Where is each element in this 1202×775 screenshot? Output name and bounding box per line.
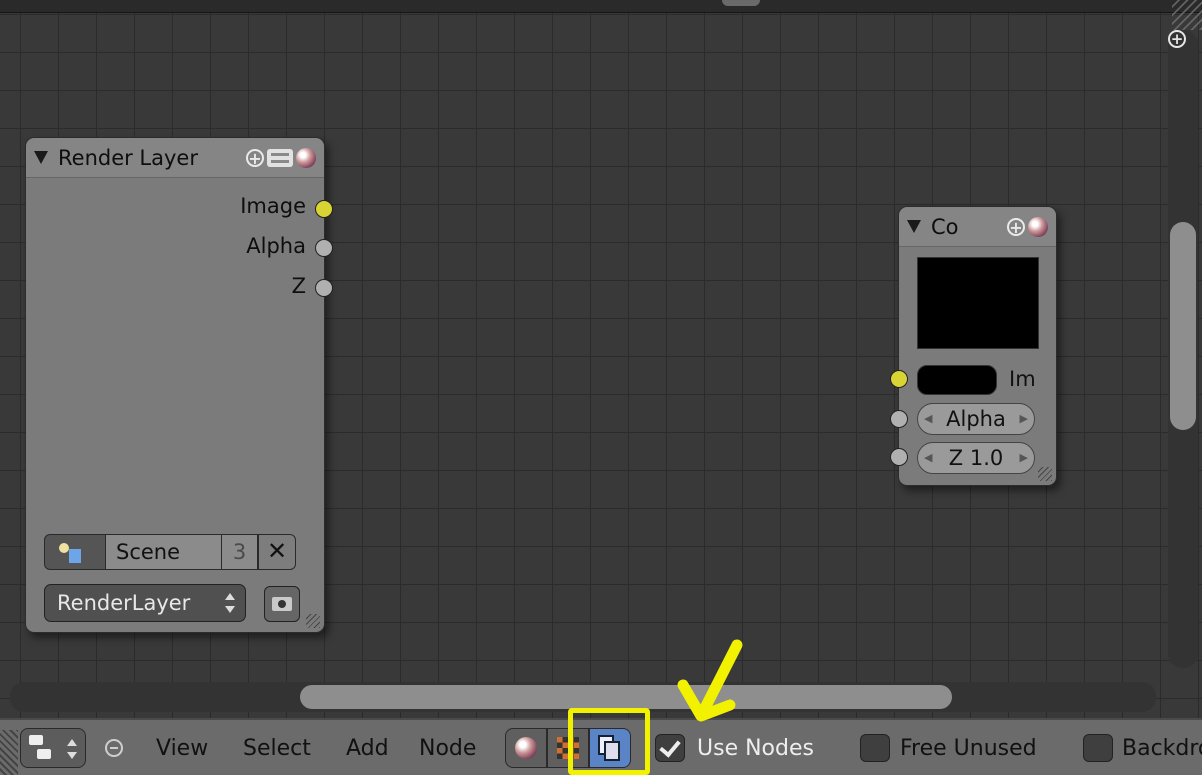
output-label-z: Z: [291, 274, 306, 298]
composite-node[interactable]: Co + Im ◀ Alpha ▶ ◀ Z 1.0 ▶: [890, 206, 1057, 486]
updown-arrows-icon: [225, 593, 235, 613]
composite-preview: [917, 257, 1039, 349]
area-corner-grip[interactable]: [1172, 0, 1202, 30]
free-unused-checkbox[interactable]: [860, 734, 890, 762]
area-split-handle[interactable]: [722, 0, 760, 6]
use-nodes-checkbox[interactable]: [655, 734, 685, 762]
toggle-options-icon[interactable]: [267, 148, 293, 167]
menu-node[interactable]: Node: [419, 736, 476, 761]
collapse-menus-icon[interactable]: [105, 739, 123, 757]
backdrop-label[interactable]: Backdrop: [1122, 736, 1202, 761]
menu-view[interactable]: View: [156, 736, 208, 761]
preview-sphere-icon[interactable]: [296, 147, 316, 168]
updown-arrows-icon: [67, 739, 77, 759]
alpha-field-label: Alpha: [946, 407, 1006, 431]
input-socket-alpha[interactable]: [890, 410, 908, 428]
node-resize-grip[interactable]: [306, 614, 320, 628]
area-corner-grip[interactable]: [0, 730, 18, 775]
use-nodes-label[interactable]: Use Nodes: [697, 736, 814, 761]
scene-unlink-button[interactable]: ✕: [258, 534, 296, 570]
input-socket-image[interactable]: [890, 370, 908, 388]
hide-unused-sockets-icon[interactable]: +: [1007, 217, 1025, 236]
properties-toggle-icon[interactable]: +: [1168, 30, 1186, 48]
render-layer-select[interactable]: RenderLayer: [44, 584, 246, 622]
collapse-triangle-icon[interactable]: [34, 151, 48, 164]
output-socket-image[interactable]: [315, 200, 333, 218]
menu-add[interactable]: Add: [346, 736, 389, 761]
scene-selector[interactable]: Scene 3 ✕: [44, 534, 296, 570]
scene-browse-icon[interactable]: [44, 534, 106, 570]
output-socket-z[interactable]: [315, 279, 333, 297]
shader-sphere-icon: [515, 737, 537, 759]
node-resize-grip[interactable]: [1038, 467, 1052, 481]
backdrop-checkbox[interactable]: [1083, 734, 1113, 762]
z-value-field[interactable]: ◀ Z 1.0 ▶: [917, 442, 1035, 474]
node-editor-canvas[interactable]: Render Layer + Image Alpha Z Scene 3 ✕ R…: [0, 0, 1202, 718]
image-color-field[interactable]: [917, 365, 997, 395]
horizontal-scrollbar-thumb[interactable]: [300, 685, 952, 709]
vertical-scrollbar-thumb[interactable]: [1170, 222, 1196, 430]
output-socket-alpha[interactable]: [315, 239, 333, 257]
z-value-label: Z 1.0: [948, 446, 1004, 470]
area-top-edge: [0, 0, 1202, 13]
node-editor-icon: [29, 735, 51, 761]
scene-users-count[interactable]: 3: [222, 534, 258, 570]
scene-name-field[interactable]: Scene: [106, 534, 222, 570]
render-layer-node-header[interactable]: Render Layer +: [26, 138, 324, 178]
collapse-triangle-icon[interactable]: [907, 220, 921, 233]
input-label-image: Im: [1009, 367, 1036, 391]
render-layer-select-value: RenderLayer: [57, 591, 191, 615]
hide-unused-sockets-icon[interactable]: +: [246, 148, 264, 167]
render-camera-icon[interactable]: [264, 586, 300, 622]
composite-node-title: Co: [931, 214, 959, 239]
shader-nodes-button[interactable]: [505, 728, 547, 768]
menu-select[interactable]: Select: [243, 736, 311, 761]
input-socket-z[interactable]: [890, 448, 908, 466]
render-layer-node-title: Render Layer: [58, 145, 198, 170]
render-layer-node[interactable]: Render Layer + Image Alpha Z Scene 3 ✕ R…: [25, 137, 333, 633]
free-unused-label[interactable]: Free Unused: [900, 736, 1037, 761]
output-label-image: Image: [240, 194, 306, 218]
composite-node-header[interactable]: Co +: [899, 207, 1056, 247]
editor-type-button[interactable]: [20, 728, 86, 768]
output-label-alpha: Alpha: [246, 234, 306, 258]
alpha-field[interactable]: ◀ Alpha ▶: [917, 403, 1035, 435]
preview-sphere-icon[interactable]: [1028, 216, 1048, 237]
highlight-annotation-box: [568, 708, 650, 775]
